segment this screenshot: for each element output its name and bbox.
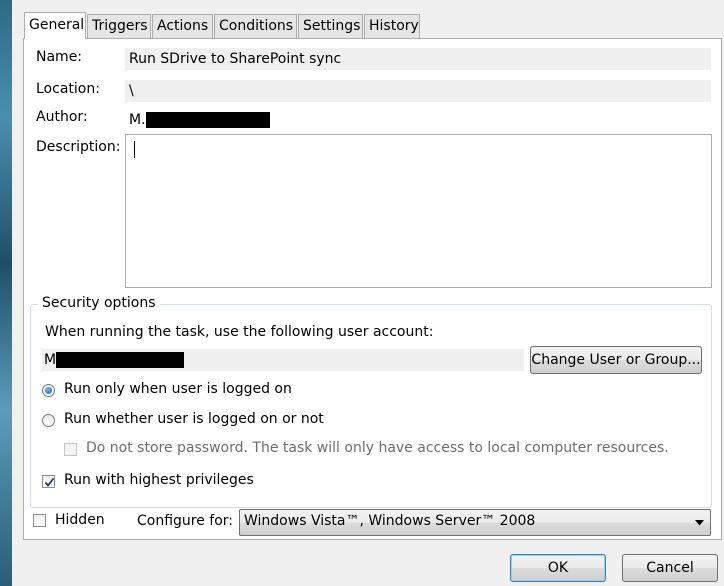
checkmark-icon bbox=[44, 477, 55, 487]
author-label: Author: bbox=[36, 109, 88, 125]
tab-history[interactable]: History bbox=[364, 14, 420, 38]
text-caret bbox=[134, 141, 135, 158]
location-field: \ bbox=[125, 80, 711, 102]
chevron-down-icon bbox=[695, 520, 704, 526]
tab-conditions[interactable]: Conditions bbox=[214, 14, 297, 38]
author-value: M. bbox=[129, 112, 146, 128]
location-value: \ bbox=[129, 83, 134, 99]
tab-triggers[interactable]: Triggers bbox=[87, 14, 151, 38]
ok-button[interactable]: OK bbox=[510, 554, 606, 582]
name-label: Name: bbox=[36, 49, 83, 65]
cancel-button[interactable]: Cancel bbox=[622, 554, 718, 582]
checkbox-run-highest-privileges[interactable] bbox=[42, 475, 55, 488]
radio-run-only-logged-on-label[interactable]: Run only when user is logged on bbox=[64, 381, 292, 397]
description-label: Description: bbox=[36, 139, 121, 155]
user-account-field: M bbox=[42, 349, 524, 371]
name-field[interactable]: Run SDrive to SharePoint sync bbox=[125, 48, 711, 70]
description-textarea[interactable] bbox=[125, 134, 712, 288]
name-value: Run SDrive to SharePoint sync bbox=[129, 51, 342, 67]
account-prompt: When running the task, use the following… bbox=[45, 324, 434, 340]
radio-run-whether-logged-on[interactable] bbox=[42, 414, 55, 427]
user-account-redaction bbox=[56, 352, 185, 368]
hidden-label[interactable]: Hidden bbox=[55, 512, 105, 528]
checkbox-do-not-store-password[interactable] bbox=[64, 443, 77, 456]
radio-run-only-logged-on[interactable] bbox=[42, 384, 55, 397]
tab-actions[interactable]: Actions bbox=[152, 14, 213, 38]
radio-run-whether-logged-on-label[interactable]: Run whether user is logged on or not bbox=[64, 411, 324, 427]
configure-for-select[interactable]: Windows Vista™, Windows Server™ 2008 bbox=[239, 509, 711, 536]
radio-selected-dot bbox=[45, 387, 52, 394]
run-highest-privileges-label[interactable]: Run with highest privileges bbox=[64, 472, 254, 488]
do-not-store-password-label: Do not store password. The task will onl… bbox=[86, 440, 669, 456]
checkbox-hidden[interactable] bbox=[33, 514, 46, 527]
tab-settings[interactable]: Settings bbox=[298, 14, 363, 38]
security-options-title: Security options bbox=[38, 295, 160, 311]
author-redaction bbox=[145, 112, 270, 128]
tab-general[interactable]: General bbox=[24, 12, 86, 39]
author-field: M. bbox=[125, 109, 711, 131]
change-user-button[interactable]: Change User or Group... bbox=[530, 346, 702, 374]
background-window-strip bbox=[0, 0, 12, 586]
configure-for-label: Configure for: bbox=[137, 513, 234, 529]
location-label: Location: bbox=[36, 81, 100, 97]
configure-for-value: Windows Vista™, Windows Server™ 2008 bbox=[244, 513, 536, 529]
user-account-value: M bbox=[44, 352, 57, 368]
